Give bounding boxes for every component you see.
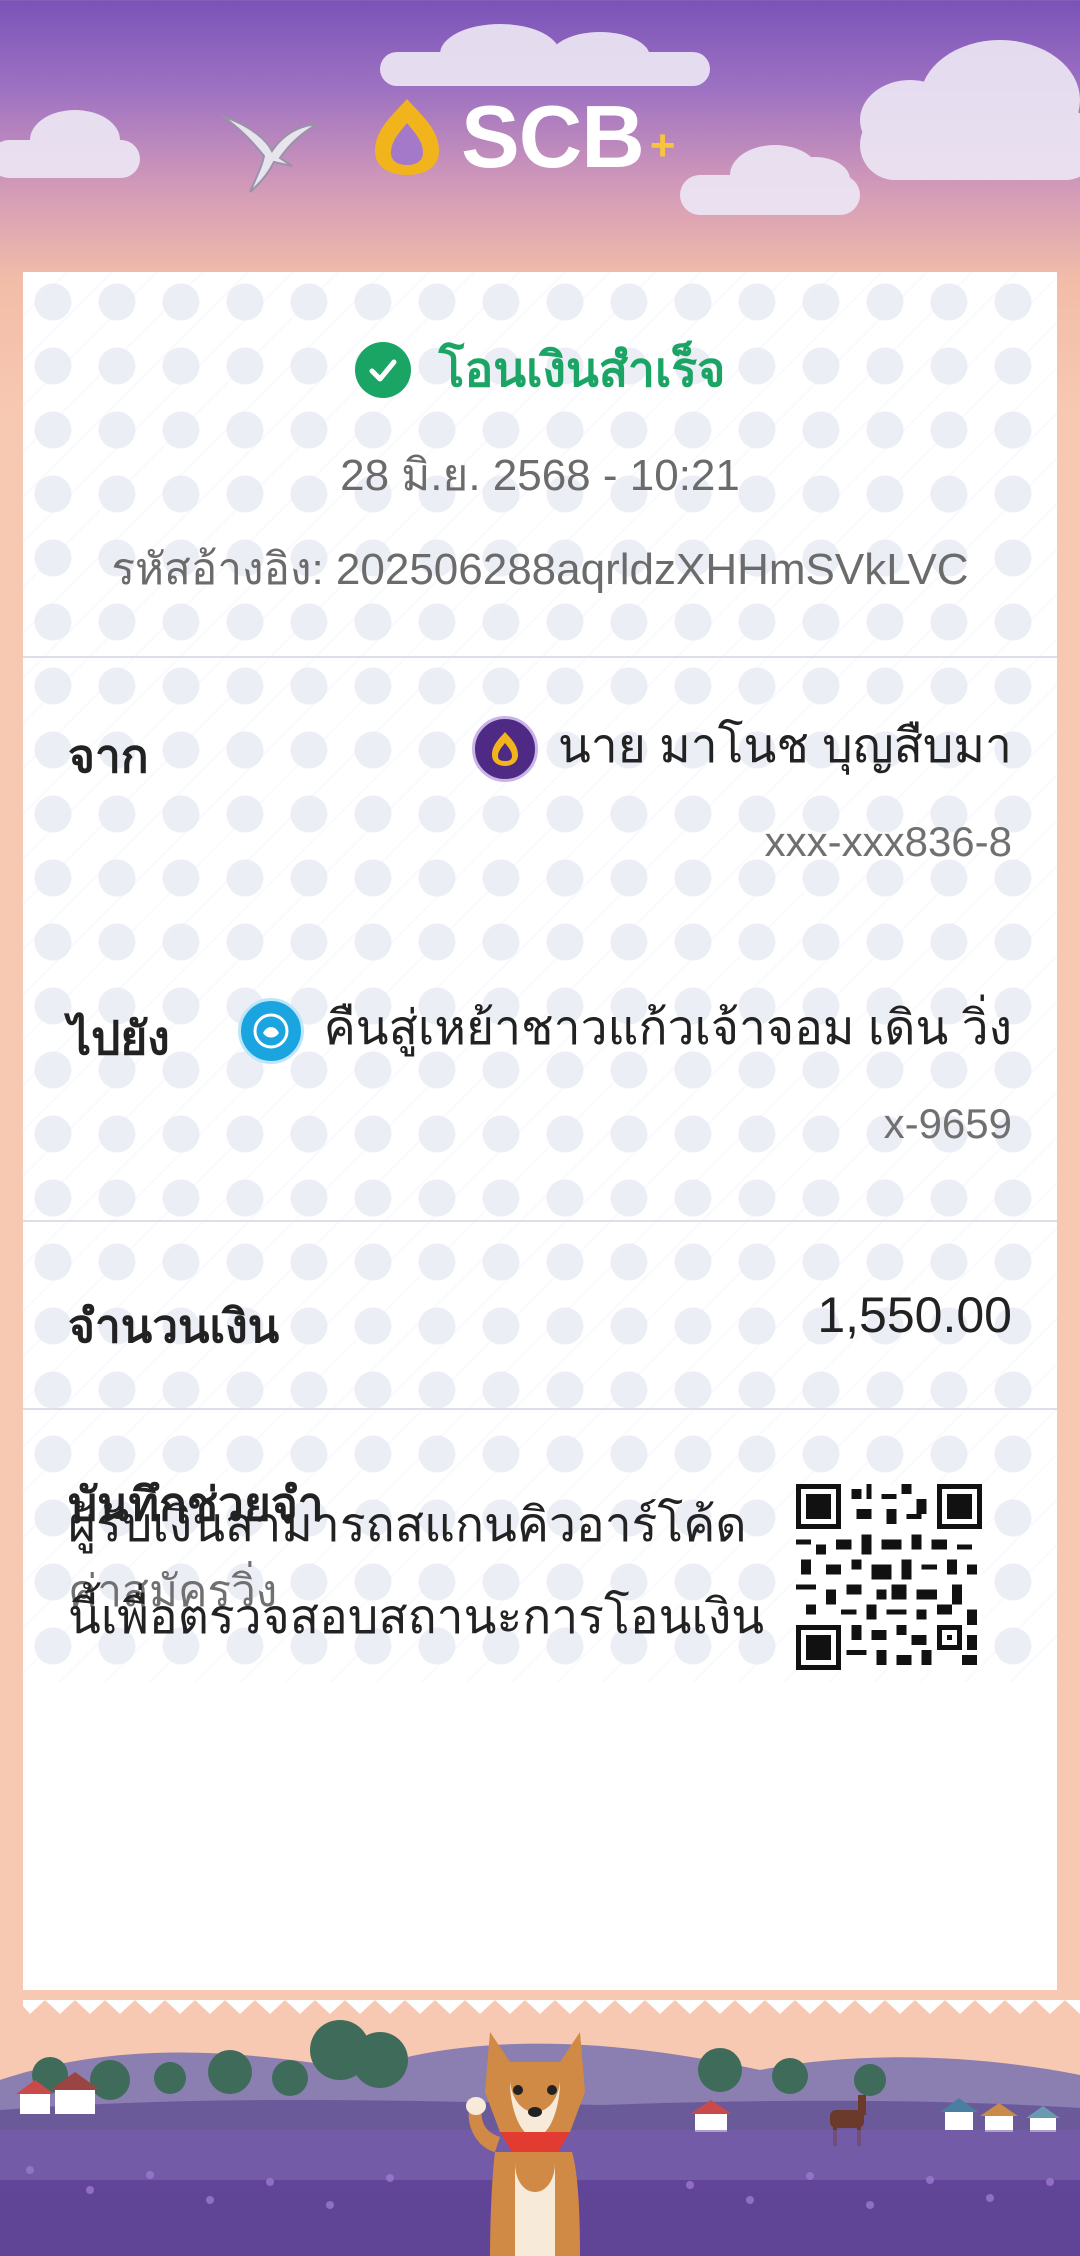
to-name: คืนสู่เหย้าชาวแก้วเจ้าจอม เดิน วิ่ง: [323, 1002, 1012, 1055]
cloud-decoration: [0, 110, 140, 178]
amount-value: 1,550.00: [817, 1287, 1012, 1343]
from-name: นาย มาโนช บุญสืบมา: [557, 720, 1012, 773]
from-account-number: xxx-xxx836-8: [764, 818, 1012, 865]
qr-verify-note: ผู้รับเงินสามารถสแกนคิวอาร์โค้ดนี้เพื่อต…: [68, 1499, 765, 1644]
reference-value: 202506288aqrldzXHHmSVkLVC: [335, 545, 969, 594]
cloud-decoration: [860, 40, 1080, 180]
cloud-decoration: [380, 24, 710, 86]
shiba-dog-illustration: [466, 2032, 585, 2256]
reference-number: รหัสอ้างอิง: 202506288aqrldzXHHmSVkLVC: [23, 534, 1057, 604]
to-label: ไปยัง: [68, 1012, 170, 1064]
to-account-holder: คืนสู่เหย้าชาวแก้วเจ้าจอม เดิน วิ่ง: [237, 990, 1012, 1066]
ktb-bank-icon: [237, 998, 304, 1065]
amount-label: จำนวนเงิน: [68, 1300, 280, 1352]
check-circle-icon: [354, 342, 411, 398]
brand-name: SCB: [461, 87, 645, 186]
divider: [23, 1220, 1057, 1222]
status-text: โอนเงินสำเร็จ: [438, 344, 726, 397]
divider: [23, 656, 1057, 658]
scb-bell-icon: [375, 99, 439, 175]
transfer-status: โอนเงินสำเร็จ: [23, 332, 1057, 408]
reference-label: รหัสอ้างอิง:: [111, 545, 324, 594]
from-label: จาก: [68, 730, 149, 782]
divider: [23, 1408, 1057, 1410]
bird-illustration: [221, 115, 318, 193]
qr-code: [796, 1484, 982, 1670]
brand-plus: +: [649, 121, 676, 170]
cloud-decoration: [680, 145, 860, 215]
to-account-number: x-9659: [883, 1100, 1012, 1147]
from-account-holder: นาย มาโนช บุญสืบมา: [471, 708, 1012, 784]
transaction-datetime: 28 มิ.ย. 2568 - 10:21: [340, 451, 740, 500]
scb-bank-icon: [471, 716, 538, 783]
scb-logo: SCB +: [365, 92, 676, 182]
